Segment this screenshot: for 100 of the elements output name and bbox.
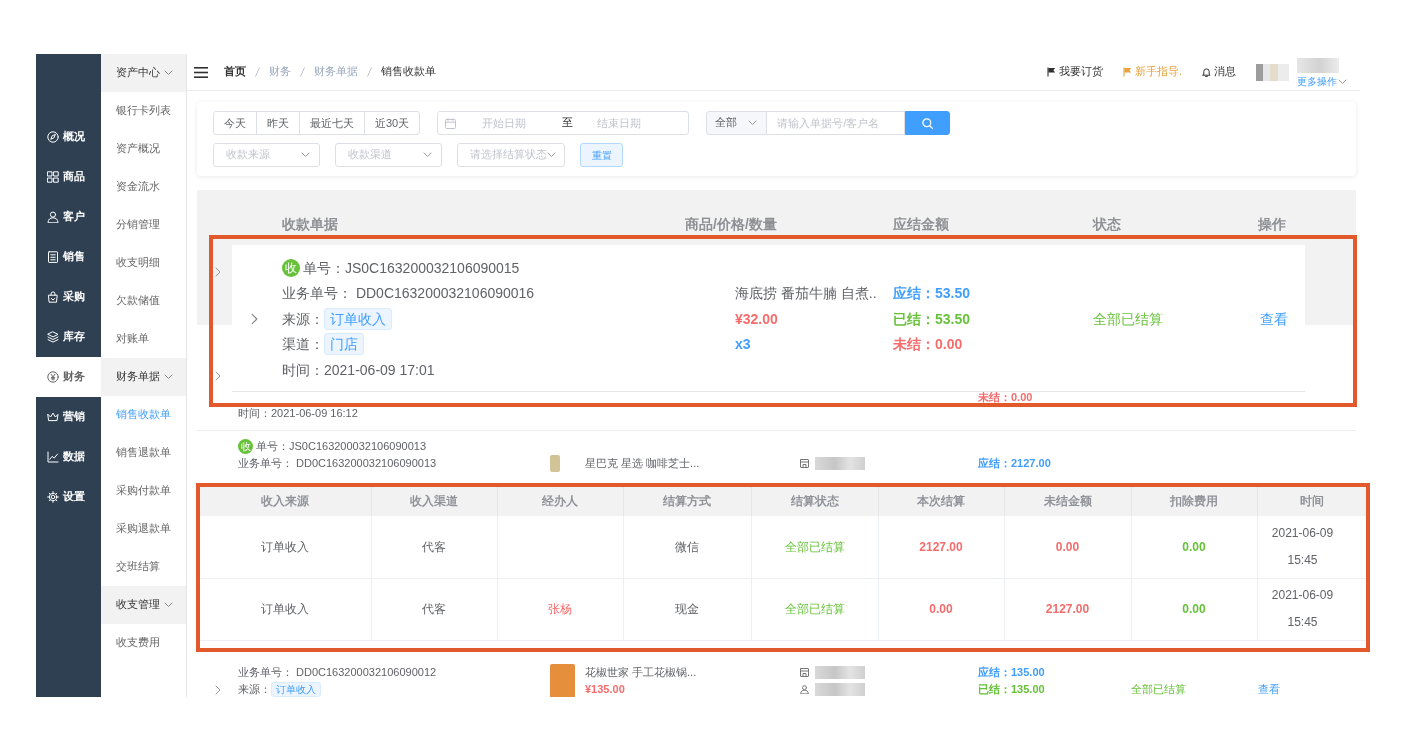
due-amount: 应结：2127.00 xyxy=(978,456,1051,471)
order-number: 业务单号： DD0C163200032106090016 xyxy=(282,284,535,304)
slash-icon xyxy=(255,67,260,77)
field-label: 渠道： xyxy=(282,335,324,355)
caret-down-icon xyxy=(423,152,432,158)
nav-item[interactable]: 设置 xyxy=(36,477,101,517)
redacted-customer xyxy=(815,457,865,470)
table-cell: 微信 xyxy=(623,516,751,578)
status-text: 全部已结算 xyxy=(1093,309,1163,329)
table-cell: 订单收入 xyxy=(200,516,371,578)
table-cell: 全部已结算 xyxy=(751,578,878,640)
date-preset-button[interactable]: 最近七天 xyxy=(299,111,365,135)
nav-item[interactable]: 库存 xyxy=(36,317,101,357)
table-cell: 2021-06-09 15:45 xyxy=(1257,516,1366,578)
submenu-item[interactable]: 资产概况 xyxy=(101,130,186,168)
submenu-item[interactable]: 收支费用 xyxy=(101,624,186,662)
submenu-item[interactable]: 收支明细 xyxy=(101,244,186,282)
channel-tag: 门店 xyxy=(324,333,364,356)
end-date-field[interactable]: 结束日期 xyxy=(583,113,656,133)
yen-icon xyxy=(47,371,59,383)
column-header: 经办人 xyxy=(497,487,623,516)
nav-item[interactable]: 数据 xyxy=(36,437,101,477)
nav-item[interactable]: 商品 xyxy=(36,157,101,197)
crown-icon xyxy=(47,411,59,423)
chevron-right-icon[interactable] xyxy=(251,312,258,325)
date-preset-button[interactable]: 昨天 xyxy=(256,111,300,135)
submenu-item[interactable]: 销售退款单 xyxy=(101,434,186,472)
search-button[interactable] xyxy=(905,111,951,135)
price-text: ¥32.00 xyxy=(735,309,778,329)
nav-item[interactable]: 概况 xyxy=(36,117,101,157)
menu-group-header[interactable]: 财务单据 xyxy=(101,358,186,396)
table-cell: 代客 xyxy=(371,578,497,640)
caret-down-icon xyxy=(164,602,173,608)
nav-item[interactable]: 营销 xyxy=(36,397,101,437)
table-cell: 2021-06-09 15:45 xyxy=(1257,578,1366,640)
store-icon xyxy=(800,459,809,468)
field-label: 来源： xyxy=(282,309,324,329)
date-preset-button[interactable]: 今天 xyxy=(213,111,257,135)
table-cell: 代客 xyxy=(371,516,497,578)
caret-down-icon xyxy=(164,70,173,76)
column-header: 收入渠道 xyxy=(371,487,497,516)
menu-group-header[interactable]: 收支管理 xyxy=(101,586,186,624)
slash-icon xyxy=(367,67,372,77)
date-preset-button[interactable]: 近30天 xyxy=(364,111,421,135)
compass-icon xyxy=(47,131,59,143)
chevron-right-icon[interactable] xyxy=(215,267,221,277)
submenu-item[interactable]: 对账单 xyxy=(101,320,186,358)
nav-item[interactable]: 财务 xyxy=(36,357,101,397)
table-cell: 全部已结算 xyxy=(751,516,878,578)
breadcrumb-link[interactable]: 首页 xyxy=(224,65,246,79)
chevron-right-icon[interactable] xyxy=(215,371,221,381)
column-header: 状态 xyxy=(1093,215,1121,234)
layers-icon xyxy=(47,331,59,343)
redacted-customer xyxy=(815,683,865,696)
avatar-placeholder xyxy=(1256,63,1289,81)
header-action-link[interactable]: 我要订货 xyxy=(1046,65,1103,79)
product-name: 花椒世家 手工花椒锅... xyxy=(585,665,697,680)
settings-icon xyxy=(47,491,59,503)
table-cell: 0.00 xyxy=(1131,516,1257,578)
product-name: 海底捞 番茄牛腩 自煮.. xyxy=(735,284,877,304)
column-header: 收款单据 xyxy=(282,215,338,234)
unsettled-amount: 未结：0.00 xyxy=(978,392,1033,403)
person-icon xyxy=(800,685,809,694)
submenu-item[interactable]: 交班结算 xyxy=(101,548,186,586)
redacted-name xyxy=(1297,57,1339,73)
breadcrumb-current: 销售收款单 xyxy=(381,65,436,79)
table-cell: 2127.00 xyxy=(1004,578,1131,640)
table-cell: 0.00 xyxy=(878,578,1004,640)
product-name: 星巴克 星选 咖啡芝士... xyxy=(585,456,700,471)
line-chart-icon xyxy=(47,451,59,463)
caret-down-icon xyxy=(1338,78,1347,85)
source-tag: 订单收入 xyxy=(271,682,321,697)
search-icon xyxy=(922,117,934,129)
scope-select[interactable]: 全部 xyxy=(706,111,768,135)
price-text: ¥135.00 xyxy=(585,682,625,697)
submenu-item[interactable]: 银行卡列表 xyxy=(101,92,186,130)
nav-item[interactable]: 客户 xyxy=(36,197,101,237)
product-photo xyxy=(550,455,560,472)
due-amount: 应结：53.50 xyxy=(893,284,971,304)
table-cell: 张杨 xyxy=(497,578,623,640)
caret-down-icon xyxy=(164,374,173,380)
nav-item[interactable]: 采购 xyxy=(36,277,101,317)
submenu-item[interactable]: 分销管理 xyxy=(101,206,186,244)
column-header: 时间 xyxy=(1257,487,1366,516)
submenu-item[interactable]: 欠款储值 xyxy=(101,282,186,320)
menu-icon[interactable] xyxy=(194,66,208,78)
source-tag: 订单收入 xyxy=(324,307,392,330)
menu-group-header[interactable]: 资产中心 xyxy=(101,54,186,92)
nav-item[interactable]: 销售 xyxy=(36,237,101,277)
header-action-link[interactable]: 消息 xyxy=(1202,65,1236,79)
chevron-right-icon[interactable] xyxy=(215,684,221,695)
table-cell: 2127.00 xyxy=(878,516,1004,578)
column-header: 商品/价格/数量 xyxy=(685,215,777,234)
column-header: 结算状态 xyxy=(751,487,878,516)
caret-down-icon xyxy=(547,152,556,158)
receipt-number: 单号：JS0C163200032106090013 xyxy=(256,439,427,454)
submenu-item[interactable]: 资金流水 xyxy=(101,168,186,206)
submenu-item[interactable]: 采购付款单 xyxy=(101,472,186,510)
column-header: 结算方式 xyxy=(623,487,751,516)
submenu-item[interactable]: 采购退款单 xyxy=(101,510,186,548)
